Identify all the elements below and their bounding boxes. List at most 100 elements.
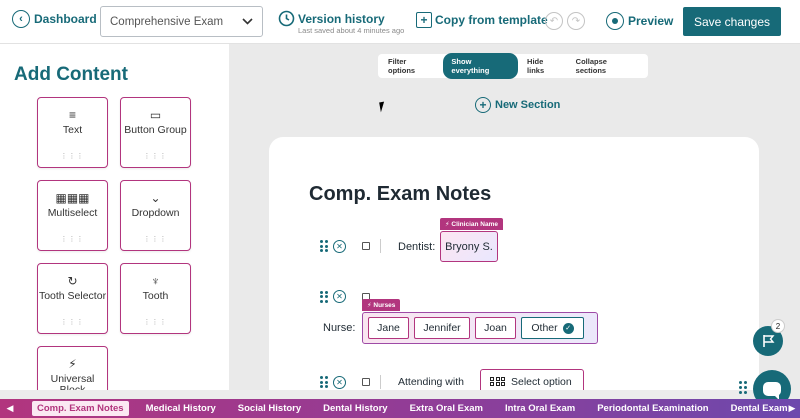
button-group-tile[interactable]: ▭ Button Group ⋮⋮⋮	[120, 97, 191, 168]
chevron-left-icon: ‹	[12, 10, 30, 28]
drag-handle-icon[interactable]	[320, 376, 328, 388]
attending-select[interactable]: Select option	[480, 369, 584, 390]
remove-icon[interactable]: ✕	[333, 290, 346, 303]
dropdown-tile[interactable]: ⌄ Dropdown ⋮⋮⋮	[120, 180, 191, 251]
bolt-icon: ⚡	[68, 357, 77, 371]
preview-label: Preview	[628, 14, 674, 28]
tab-extra-oral-exam[interactable]: Extra Oral Exam	[399, 401, 494, 416]
copy-from-template-button[interactable]: + Copy from template	[416, 12, 548, 28]
tile-label: Universal Block	[50, 373, 95, 391]
clinician-name-tag: ⚡ Clinician Name	[440, 218, 503, 230]
button-group-icon: ▭	[149, 108, 162, 122]
last-saved-text: Last saved about 4 minutes ago	[298, 26, 405, 35]
chat-bubble-icon	[763, 382, 781, 400]
top-bar: ‹ Dashboard Comprehensive Exam Version h…	[0, 0, 800, 44]
filter-collapse-sections[interactable]: Collapse sections	[571, 53, 643, 79]
mouse-cursor-icon	[379, 101, 386, 113]
nurses-tag: ⚡ Nurses	[362, 299, 401, 311]
divider	[380, 375, 381, 389]
drag-grip-icon[interactable]: ⋮⋮⋮	[121, 235, 190, 243]
eye-icon	[606, 12, 624, 30]
nurse-option-jennifer[interactable]: Jennifer	[414, 317, 470, 339]
nurse-label: Nurse:	[323, 322, 356, 334]
add-content-title: Add Content	[14, 64, 128, 85]
history-icon	[278, 10, 295, 27]
filter-bar: Filter options Show everything Hide link…	[378, 53, 648, 79]
text-lines-icon: ≡	[68, 108, 76, 122]
dentist-label: Dentist:	[398, 241, 436, 253]
tile-label: Text	[62, 124, 83, 136]
copy-from-template-label: Copy from template	[435, 13, 548, 27]
tooth-icon: ♆	[151, 274, 160, 288]
tooth-selector-tile[interactable]: ↻ Tooth Selector ⋮⋮⋮	[37, 263, 108, 334]
dentist-field[interactable]: Bryony S.	[440, 231, 498, 262]
nurse-option-joan[interactable]: Joan	[475, 317, 516, 339]
flag-icon	[762, 335, 774, 347]
divider	[380, 239, 381, 253]
check-icon: ✓	[562, 322, 574, 334]
drag-handle-icon[interactable]	[320, 240, 328, 252]
tab-periodontal-examination[interactable]: Periodontal Examination	[586, 401, 719, 416]
preview-button[interactable]: Preview	[606, 12, 673, 30]
drag-handle-icon[interactable]	[739, 381, 747, 394]
drag-grip-icon[interactable]: ⋮⋮⋮	[121, 152, 190, 160]
drag-grip-icon[interactable]: ⋮⋮⋮	[38, 152, 107, 160]
section-title: Comp. Exam Notes	[309, 183, 492, 205]
drag-grip-icon[interactable]: ⋮⋮⋮	[121, 318, 190, 326]
plus-circle-icon: +	[475, 97, 491, 113]
multiselect-tile[interactable]: ▦▦▦ Multiselect ⋮⋮⋮	[37, 180, 108, 251]
remove-icon[interactable]: ✕	[333, 375, 346, 389]
undo-redo-group: ↶ ↷	[545, 12, 585, 30]
drag-handle-icon[interactable]	[320, 290, 328, 303]
row-checkbox[interactable]	[362, 378, 370, 386]
remove-icon[interactable]: ✕	[333, 239, 346, 253]
grid-icon: ▦▦▦	[55, 191, 90, 205]
new-section-label: New Section	[495, 99, 561, 111]
copy-plus-icon: +	[416, 12, 432, 28]
dentist-row-controls: ✕	[320, 239, 385, 253]
tab-dental-history[interactable]: Dental History	[312, 401, 398, 416]
tab-comp-exam-notes[interactable]: Comp. Exam Notes	[32, 401, 129, 416]
template-select[interactable]: Comprehensive Exam	[100, 6, 263, 37]
drag-grip-icon[interactable]: ⋮⋮⋮	[38, 318, 107, 326]
editor-canvas: Filter options Show everything Hide link…	[229, 44, 800, 390]
undo-icon[interactable]: ↶	[545, 12, 563, 30]
version-history-button[interactable]: Version history Last saved about 4 minut…	[278, 10, 404, 35]
nurse-option-jane[interactable]: Jane	[368, 317, 409, 339]
add-content-panel: Add Content ≡ Text ⋮⋮⋮ ▭ Button Group ⋮⋮…	[0, 44, 229, 390]
tab-intra-oral-exam[interactable]: Intra Oral Exam	[494, 401, 586, 416]
tab-scroll-right-icon[interactable]: ▶	[785, 399, 799, 418]
filter-hide-links[interactable]: Hide links	[522, 53, 567, 79]
new-section-button[interactable]: + New Section	[475, 97, 560, 113]
save-changes-button[interactable]: Save changes	[683, 7, 781, 36]
text-tile[interactable]: ≡ Text ⋮⋮⋮	[37, 97, 108, 168]
filter-show-everything[interactable]: Show everything	[443, 53, 519, 79]
attending-label: Attending with	[398, 376, 464, 388]
version-history-label: Version history	[298, 11, 385, 26]
attending-select-placeholder: Select option	[511, 375, 572, 388]
chevron-down-icon: ⌄	[150, 191, 161, 205]
attending-row-controls: ✕	[320, 375, 385, 389]
drag-grip-icon[interactable]: ⋮⋮⋮	[38, 235, 107, 243]
section-tab-bar: ◀ Comp. Exam Notes Medical History Socia…	[0, 399, 800, 418]
redo-icon[interactable]: ↷	[567, 12, 585, 30]
tab-social-history[interactable]: Social History	[227, 401, 312, 416]
row-checkbox[interactable]	[362, 242, 370, 250]
tooth-tile[interactable]: ♆ Tooth ⋮⋮⋮	[120, 263, 191, 334]
tab-medical-history[interactable]: Medical History	[135, 401, 227, 416]
filter-options-label: Filter options	[388, 57, 416, 75]
dashboard-back-button[interactable]: ‹ Dashboard	[12, 10, 97, 28]
universal-block-tile[interactable]: ⚡ Universal Block	[37, 346, 108, 390]
tile-label: Multiselect	[47, 207, 98, 219]
nurse-button-group: Jane Jennifer Joan Other ✓	[362, 312, 598, 344]
tab-scroll-left-icon[interactable]: ◀	[3, 399, 17, 418]
tile-label: Dropdown	[131, 207, 180, 219]
nurse-option-label: Other	[531, 322, 558, 334]
section-card: Comp. Exam Notes ✕ Dentist: ⚡ Clinician …	[269, 137, 759, 390]
template-select-value: Comprehensive Exam	[110, 15, 224, 28]
nurse-option-other[interactable]: Other ✓	[521, 317, 584, 339]
tile-label: Button Group	[124, 124, 187, 136]
grid-icon	[490, 376, 505, 387]
chevron-down-icon	[242, 18, 253, 25]
flag-count-badge: 2	[771, 319, 785, 333]
